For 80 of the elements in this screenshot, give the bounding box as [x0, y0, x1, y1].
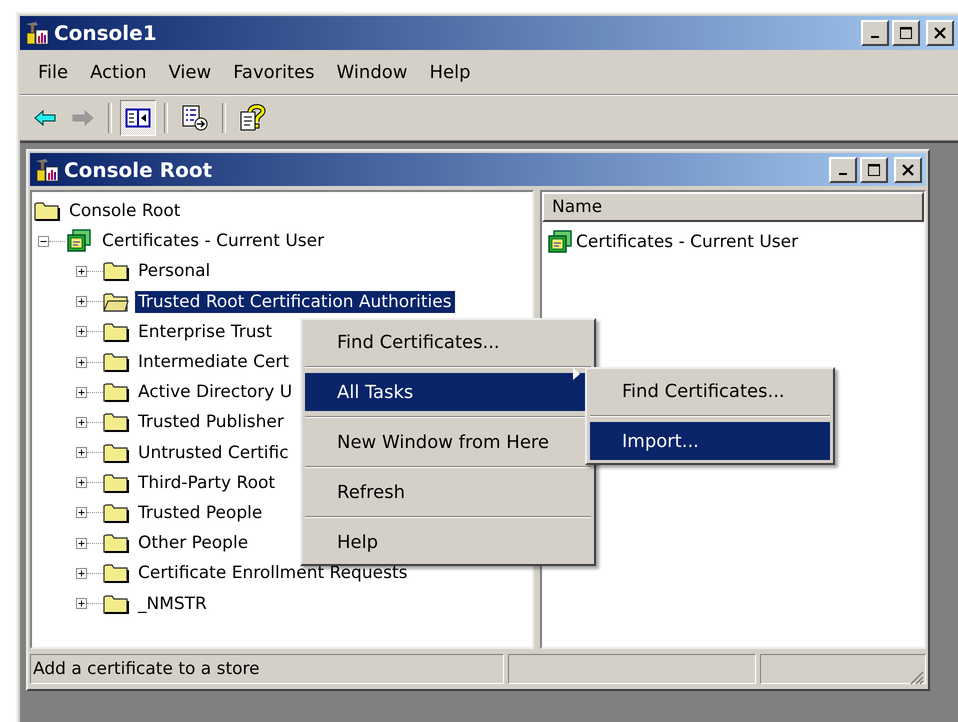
submenu-arrow-icon — [573, 368, 580, 380]
folder-icon — [103, 502, 129, 524]
folder-icon — [103, 381, 129, 404]
open-folder-icon — [103, 290, 129, 313]
expand-button[interactable] — [76, 266, 87, 277]
folder-icon — [103, 442, 129, 464]
collapse-button[interactable] — [38, 236, 49, 247]
minimize-button[interactable] — [861, 20, 889, 46]
menu-item[interactable]: Favorites — [223, 58, 325, 86]
expand-button[interactable] — [76, 568, 87, 579]
expand-button[interactable] — [76, 416, 87, 428]
menu-item[interactable]: File — [28, 58, 78, 86]
close-button[interactable] — [926, 20, 954, 46]
menu-item[interactable]: View — [158, 58, 222, 86]
expand-button[interactable] — [76, 538, 87, 549]
expand-button[interactable] — [76, 356, 87, 368]
folder-icon — [103, 351, 129, 374]
tree-item[interactable]: Enterprise Trust — [135, 320, 276, 343]
tree-item[interactable]: Third-Party Root — [135, 472, 278, 494]
close-icon — [933, 26, 947, 40]
minimize-icon — [839, 172, 847, 174]
expand-button[interactable] — [76, 447, 87, 458]
tree-item[interactable]: Other People — [135, 532, 252, 554]
menu-item[interactable]: Refresh — [305, 473, 591, 511]
certificates-icon — [546, 230, 574, 254]
tree-item[interactable]: Certificates - Current User — [99, 230, 328, 252]
tree-item[interactable]: _NMSTR — [135, 592, 210, 615]
menu-item[interactable]: Find Certificates... — [305, 323, 591, 361]
menu-item[interactable]: Help — [420, 58, 481, 86]
tree-item[interactable]: Trusted People — [135, 502, 266, 524]
menu-item[interactable]: Window — [326, 58, 418, 86]
list-item[interactable]: Certificates - Current User — [576, 232, 798, 252]
show-tree-button[interactable] — [120, 100, 156, 136]
app-icon — [24, 21, 50, 45]
tree-item[interactable]: Certificate Enrollment Requests — [135, 562, 410, 584]
tree-item[interactable]: Console Root — [66, 200, 184, 222]
close-icon — [901, 162, 915, 176]
tree-item[interactable]: Personal — [135, 260, 214, 282]
close-button[interactable] — [894, 156, 922, 182]
help-icon — [239, 104, 267, 132]
minimize-icon — [871, 36, 879, 38]
maximize-button[interactable] — [892, 20, 920, 46]
tree-item[interactable]: Active Directory U — [135, 381, 296, 404]
tree-item[interactable]: Trusted Publisher — [135, 411, 287, 434]
expand-button[interactable] — [76, 507, 87, 518]
left-arrow-icon — [33, 109, 57, 127]
panes-icon — [125, 107, 151, 129]
folder-icon — [103, 411, 129, 434]
folder-icon — [103, 532, 129, 554]
expand-button[interactable] — [76, 598, 87, 610]
folder-icon — [103, 562, 129, 584]
menu-item[interactable]: Find Certificates... — [590, 372, 830, 410]
app-icon — [34, 158, 60, 182]
maximize-icon — [867, 162, 881, 176]
menu-item[interactable]: Action — [80, 58, 156, 86]
expand-button[interactable] — [76, 326, 87, 338]
maximize-button[interactable] — [860, 156, 888, 182]
folder-icon — [103, 320, 129, 343]
expand-button[interactable] — [76, 477, 87, 488]
status-text: Add a certificate to a store — [30, 654, 504, 684]
maximize-icon — [899, 26, 913, 40]
column-header[interactable]: Name — [542, 192, 924, 222]
tree-item[interactable]: Untrusted Certific — [135, 442, 292, 464]
window-title: Console1 — [54, 21, 158, 45]
expand-button[interactable] — [76, 296, 87, 308]
menu-item[interactable]: Import... — [590, 422, 830, 460]
tree-item[interactable]: Trusted Root Certification Authorities — [135, 290, 455, 313]
folder-icon — [103, 472, 129, 494]
right-arrow-icon — [71, 109, 95, 127]
expand-button[interactable] — [76, 386, 87, 398]
menu-item[interactable]: Help — [305, 523, 591, 561]
folder-icon — [103, 592, 129, 615]
certificates-icon — [65, 229, 93, 254]
list-arrow-icon — [181, 105, 209, 131]
tree-item[interactable]: Intermediate Cert — [135, 351, 292, 374]
window-title: Console Root — [64, 158, 214, 182]
minimize-button[interactable] — [829, 156, 857, 182]
resize-grip-icon — [908, 669, 924, 685]
folder-icon — [34, 200, 60, 222]
folder-icon — [103, 260, 129, 282]
